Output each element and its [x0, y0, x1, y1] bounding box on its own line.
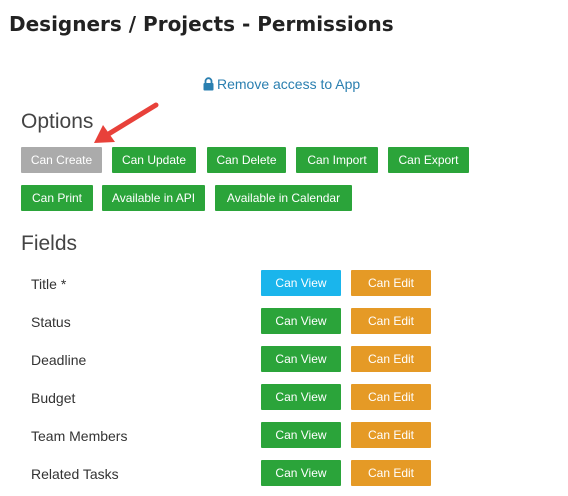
fields-heading: Fields [21, 232, 78, 255]
budget-can-edit-button[interactable]: Can Edit [351, 384, 431, 410]
field-label-deadline: Deadline [31, 352, 87, 368]
field-label-title: Title * [31, 276, 67, 292]
lock-icon [203, 77, 214, 91]
can-print-button[interactable]: Can Print [21, 185, 93, 211]
field-label-team-members: Team Members [31, 428, 128, 444]
page-title: Designers / Projects - Permissions [9, 12, 394, 36]
budget-can-view-button[interactable]: Can View [261, 384, 341, 410]
team-members-can-edit-button[interactable]: Can Edit [351, 422, 431, 448]
status-can-edit-button[interactable]: Can Edit [351, 308, 431, 334]
title-can-edit-button[interactable]: Can Edit [351, 270, 431, 296]
can-import-button[interactable]: Can Import [296, 147, 378, 173]
deadline-can-edit-button[interactable]: Can Edit [351, 346, 431, 372]
title-can-view-button[interactable]: Can View [261, 270, 341, 296]
team-members-can-view-button[interactable]: Can View [261, 422, 341, 448]
field-label-status: Status [31, 314, 71, 330]
remove-access-link[interactable]: Remove access to App [203, 75, 360, 93]
can-create-button[interactable]: Can Create [21, 147, 102, 173]
status-can-view-button[interactable]: Can View [261, 308, 341, 334]
field-label-budget: Budget [31, 390, 76, 406]
field-label-related-tasks: Related Tasks [31, 466, 119, 482]
related-tasks-can-edit-button[interactable]: Can Edit [351, 460, 431, 486]
can-export-button[interactable]: Can Export [388, 147, 469, 173]
related-tasks-can-view-button[interactable]: Can View [261, 460, 341, 486]
can-update-button[interactable]: Can Update [112, 147, 196, 173]
deadline-can-view-button[interactable]: Can View [261, 346, 341, 372]
available-in-calendar-button[interactable]: Available in Calendar [215, 185, 352, 211]
remove-access-label: Remove access to App [217, 76, 361, 92]
available-in-api-button[interactable]: Available in API [102, 185, 205, 211]
can-delete-button[interactable]: Can Delete [207, 147, 286, 173]
options-heading: Options [21, 110, 94, 133]
